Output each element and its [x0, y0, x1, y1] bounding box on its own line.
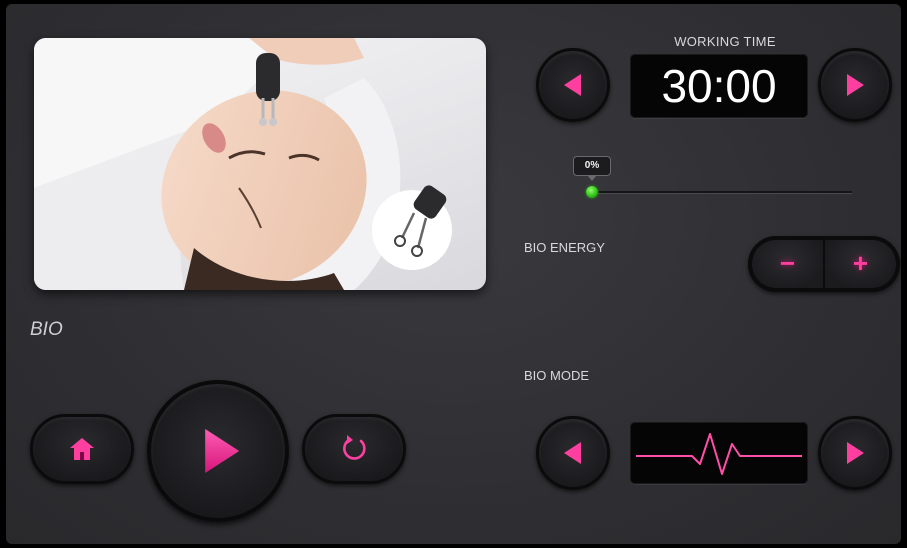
working-time-display: 30:00	[630, 54, 808, 118]
mode-next-button[interactable]	[818, 416, 892, 490]
device-panel: BIO WORKING TIME 30:00 0% BIO ENERGY − +…	[6, 4, 901, 544]
working-time-label: WORKING TIME	[674, 34, 776, 49]
right-arrow-icon	[847, 442, 864, 464]
energy-level-tooltip: 0%	[573, 156, 611, 176]
mode-previous-button[interactable]	[536, 416, 610, 490]
plus-icon: +	[852, 248, 869, 278]
tooltip-pointer	[587, 175, 597, 181]
bio-mode-label: BIO MODE	[524, 368, 590, 383]
bio-energy-label: BIO ENERGY	[524, 240, 605, 255]
bio-mode-display	[630, 422, 808, 484]
reset-icon	[343, 435, 366, 460]
start-button[interactable]	[147, 380, 289, 522]
left-arrow-icon	[564, 74, 581, 96]
mode-title: BIO	[30, 319, 63, 340]
energy-decrease-button[interactable]: −	[752, 240, 823, 288]
bio-energy-control: − +	[748, 236, 900, 292]
energy-slider-handle[interactable]	[586, 186, 598, 198]
pulse-waveform-icon	[636, 433, 802, 475]
energy-slider-track[interactable]	[594, 191, 852, 193]
reset-button[interactable]	[302, 414, 406, 484]
time-decrease-button[interactable]	[536, 48, 610, 122]
left-arrow-icon	[564, 442, 581, 464]
home-button[interactable]	[30, 414, 134, 484]
minus-icon: −	[779, 248, 796, 278]
time-increase-button[interactable]	[818, 48, 892, 122]
right-arrow-icon	[847, 74, 864, 96]
play-icon	[205, 429, 240, 473]
treatment-photo	[34, 38, 486, 290]
home-icon	[70, 438, 94, 460]
energy-increase-button[interactable]: +	[825, 240, 896, 288]
